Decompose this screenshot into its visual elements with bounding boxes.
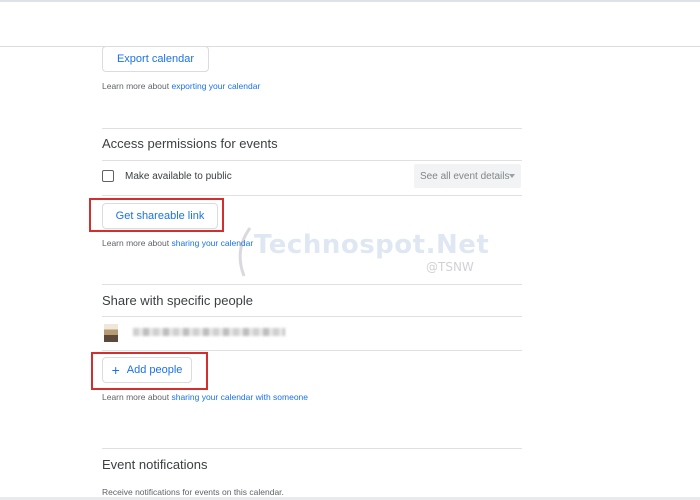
sharing-help-link[interactable]: sharing your calendar bbox=[171, 238, 253, 248]
share-help-text: Learn more about sharing your calendar w… bbox=[102, 392, 308, 402]
section-divider bbox=[102, 284, 522, 285]
public-checkbox-label: Make available to public bbox=[125, 171, 232, 182]
section-divider bbox=[102, 128, 522, 129]
share-help-link[interactable]: sharing your calendar with someone bbox=[171, 392, 308, 402]
event-notifications-heading: Event notifications bbox=[102, 457, 208, 472]
shared-user-email-redacted bbox=[133, 328, 285, 336]
share-help-prefix: Learn more about bbox=[102, 392, 172, 402]
export-calendar-button[interactable]: Export calendar bbox=[102, 46, 209, 72]
chevron-down-icon bbox=[509, 174, 515, 178]
sharing-help-prefix: Learn more about bbox=[102, 238, 172, 248]
section-divider bbox=[102, 350, 522, 351]
public-checkbox[interactable] bbox=[102, 170, 114, 182]
section-divider bbox=[102, 195, 522, 196]
add-people-label: Add people bbox=[126, 364, 183, 376]
access-permissions-heading: Access permissions for events bbox=[102, 136, 278, 151]
section-divider bbox=[102, 448, 522, 449]
watermark-subtext: @TSNW bbox=[426, 260, 474, 274]
watermark: Technospot.Net @TSNW bbox=[230, 222, 500, 292]
add-people-button[interactable]: + Add people bbox=[102, 357, 192, 383]
get-shareable-link-button[interactable]: Get shareable link bbox=[102, 203, 218, 229]
sharing-help-text: Learn more about sharing your calendar bbox=[102, 238, 253, 248]
top-toolbar bbox=[0, 0, 700, 47]
section-divider bbox=[102, 316, 522, 317]
watermark-swoosh-icon bbox=[238, 227, 252, 277]
event-details-select[interactable]: See all event details bbox=[414, 164, 521, 188]
event-details-select-value: See all event details bbox=[420, 170, 510, 182]
watermark-text: Technospot.Net bbox=[254, 230, 490, 260]
export-help-text: Learn more about exporting your calendar bbox=[102, 81, 260, 91]
avatar bbox=[104, 324, 118, 342]
share-specific-heading: Share with specific people bbox=[102, 293, 254, 308]
notifications-desc: Receive notifications for events on this… bbox=[102, 487, 284, 497]
section-divider bbox=[102, 160, 522, 161]
export-help-prefix: Learn more about bbox=[102, 81, 172, 91]
plus-icon: + bbox=[111, 362, 120, 378]
export-help-link[interactable]: exporting your calendar bbox=[171, 81, 260, 91]
